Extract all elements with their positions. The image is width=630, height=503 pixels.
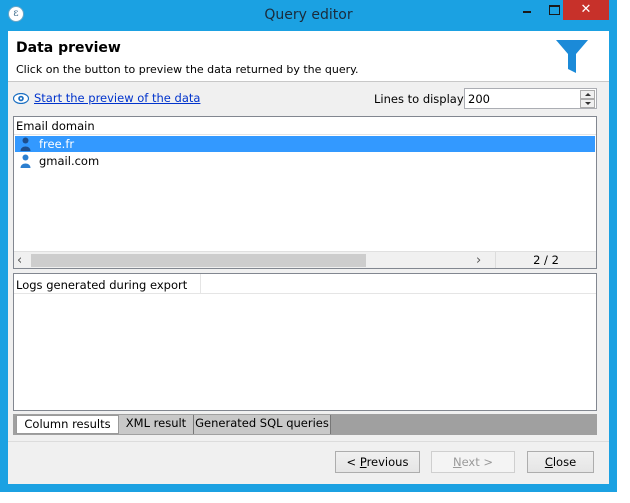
- table-row[interactable]: free.fr: [15, 136, 595, 152]
- close-window-button[interactable]: ✕: [563, 0, 609, 20]
- results-tabs: Column results XML result Generated SQL …: [13, 414, 597, 435]
- previous-button-prefix: <: [346, 455, 360, 469]
- scroll-left-icon[interactable]: ‹: [17, 253, 22, 268]
- user-icon: [20, 137, 31, 151]
- next-button-mnemonic: N: [452, 455, 462, 469]
- page-title: Data preview: [16, 40, 121, 56]
- close-button[interactable]: Close: [527, 451, 594, 473]
- next-button[interactable]: Next >: [431, 451, 515, 473]
- horizontal-scrollbar[interactable]: ‹ › 2 / 2: [14, 251, 596, 268]
- dialog-client: Data preview Click on the button to prev…: [8, 31, 609, 484]
- tab-generated-sql-queries[interactable]: Generated SQL queries: [194, 415, 331, 434]
- lines-to-display-input[interactable]: [467, 90, 577, 107]
- tab-xml-result[interactable]: XML result: [119, 415, 194, 434]
- row-label: gmail.com: [39, 154, 100, 168]
- column-header-email-domain[interactable]: Email domain: [14, 117, 596, 135]
- lines-to-display-stepper[interactable]: [464, 88, 597, 109]
- row-label: free.fr: [39, 137, 75, 151]
- column-divider: [200, 274, 201, 294]
- previous-button-label: revious: [366, 455, 409, 469]
- table-row[interactable]: gmail.com: [15, 153, 595, 169]
- spin-up-button[interactable]: [580, 90, 595, 99]
- close-icon: ✕: [580, 2, 592, 17]
- scrollbar-thumb[interactable]: [31, 254, 366, 267]
- previous-button-mnemonic: P: [359, 455, 367, 469]
- column-header-label: Email domain: [16, 119, 95, 133]
- tab-column-results[interactable]: Column results: [16, 415, 119, 434]
- footer-divider: [8, 441, 609, 442]
- user-icon: [20, 154, 31, 168]
- close-button-mnemonic: C: [544, 455, 553, 469]
- page-subtitle: Click on the button to preview the data …: [16, 63, 359, 76]
- next-button-label: ext >: [461, 455, 494, 469]
- start-preview-link[interactable]: Start the preview of the data: [34, 91, 200, 105]
- results-grid[interactable]: Email domain free.fr gmail.com ‹ › 2 / 2: [13, 116, 597, 269]
- spin-down-button[interactable]: [580, 99, 595, 108]
- minimize-button[interactable]: [513, 0, 541, 20]
- logs-column-header[interactable]: Logs generated during export: [14, 274, 596, 294]
- funnel-icon: [556, 40, 588, 73]
- dialog-header: Data preview Click on the button to prev…: [8, 31, 609, 82]
- export-logs-panel[interactable]: Logs generated during export: [13, 273, 597, 411]
- query-editor-window: ε Query editor ✕ Data preview Click on t…: [0, 0, 617, 492]
- eye-icon: [13, 93, 29, 104]
- lines-to-display-label: Lines to display:: [374, 92, 467, 106]
- close-button-label: lose: [552, 455, 577, 469]
- logs-header-label: Logs generated during export: [16, 278, 188, 292]
- record-count: 2 / 2: [495, 252, 596, 268]
- previous-button[interactable]: < Previous: [335, 451, 420, 473]
- title-bar[interactable]: ε Query editor ✕: [0, 0, 617, 31]
- scroll-right-icon[interactable]: ›: [476, 253, 481, 268]
